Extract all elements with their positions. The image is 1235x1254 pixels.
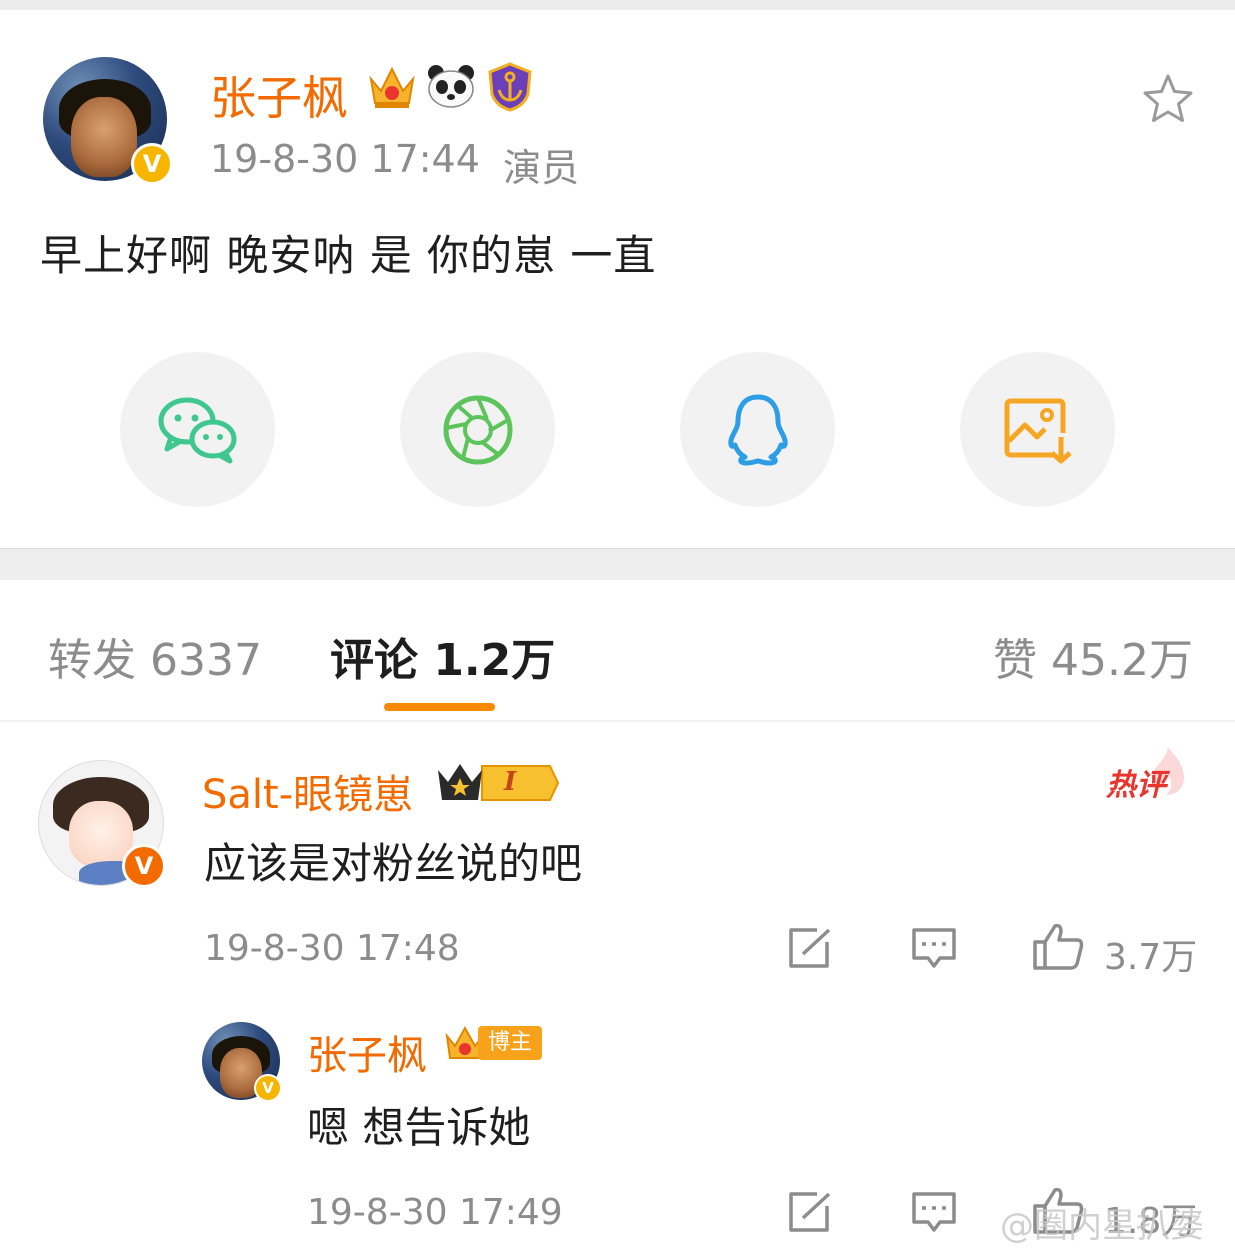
comment-time: 19-8-30 17:48 (204, 928, 460, 969)
reply-author-avatar[interactable]: V (202, 1022, 284, 1104)
qq-icon (727, 394, 788, 465)
commenter-name[interactable]: Salt-眼镜崽 (202, 762, 413, 820)
blogger-badge: 博主 (478, 1026, 543, 1060)
tabs-divider (0, 720, 1235, 722)
comment-text: 应该是对粉丝说的吧 (204, 839, 583, 888)
star-favorite-icon[interactable] (1141, 72, 1195, 126)
panda-badge-icon[interactable] (426, 63, 476, 111)
share-qq-button[interactable] (680, 352, 835, 507)
post-author-name[interactable]: 张子枫 (210, 62, 348, 128)
member-level-badge[interactable]: I (434, 760, 560, 806)
watermark: @圈内星扒婆 (1000, 1206, 1204, 1246)
anchor-shield-badge-icon[interactable] (486, 62, 534, 112)
tab-likes[interactable]: 赞 45.2万 (993, 624, 1193, 688)
crown-level-icon (438, 764, 560, 801)
crown-badge-icon[interactable] (367, 63, 417, 111)
moments-icon (443, 395, 512, 464)
like-thumb-icon[interactable] (1031, 920, 1085, 972)
commenter-avatar[interactable]: V (38, 760, 168, 890)
reply-text: 嗯 想告诉她 (307, 1103, 531, 1152)
post-source: 演员 (503, 146, 580, 190)
tab-comments[interactable]: 评论 1.2万 (330, 624, 555, 688)
post-text: 早上好啊 晚安呐 是 你的崽 一直 (40, 231, 657, 280)
author-avatar[interactable]: V (43, 57, 173, 187)
member-level-text: I (504, 767, 517, 797)
reply-time: 19-8-30 17:49 (307, 1192, 563, 1233)
verified-icon: V (131, 143, 173, 185)
verified-icon: V (122, 844, 166, 888)
comment-like-count: 3.7万 (1104, 937, 1198, 978)
active-tab-indicator (384, 703, 495, 711)
share-wechat-button[interactable] (120, 352, 275, 507)
save-image-button[interactable] (960, 352, 1115, 507)
post-time: 19-8-30 17:44 (210, 137, 480, 181)
tab-repost[interactable]: 转发 6337 (48, 624, 262, 688)
save-image-icon (1004, 398, 1072, 463)
reply-author-name[interactable]: 张子枫 (307, 1023, 427, 1081)
verified-icon: V (254, 1074, 282, 1102)
hot-comment-label: 热评 (1106, 768, 1166, 803)
reply-comment-icon[interactable] (910, 1190, 958, 1236)
reply-comment-icon[interactable] (910, 926, 958, 972)
repost-icon[interactable] (787, 926, 835, 970)
top-strip (0, 0, 1235, 10)
section-gap (0, 548, 1235, 580)
wechat-icon (158, 397, 236, 463)
repost-icon[interactable] (787, 1190, 835, 1234)
share-moments-button[interactable] (400, 352, 555, 507)
